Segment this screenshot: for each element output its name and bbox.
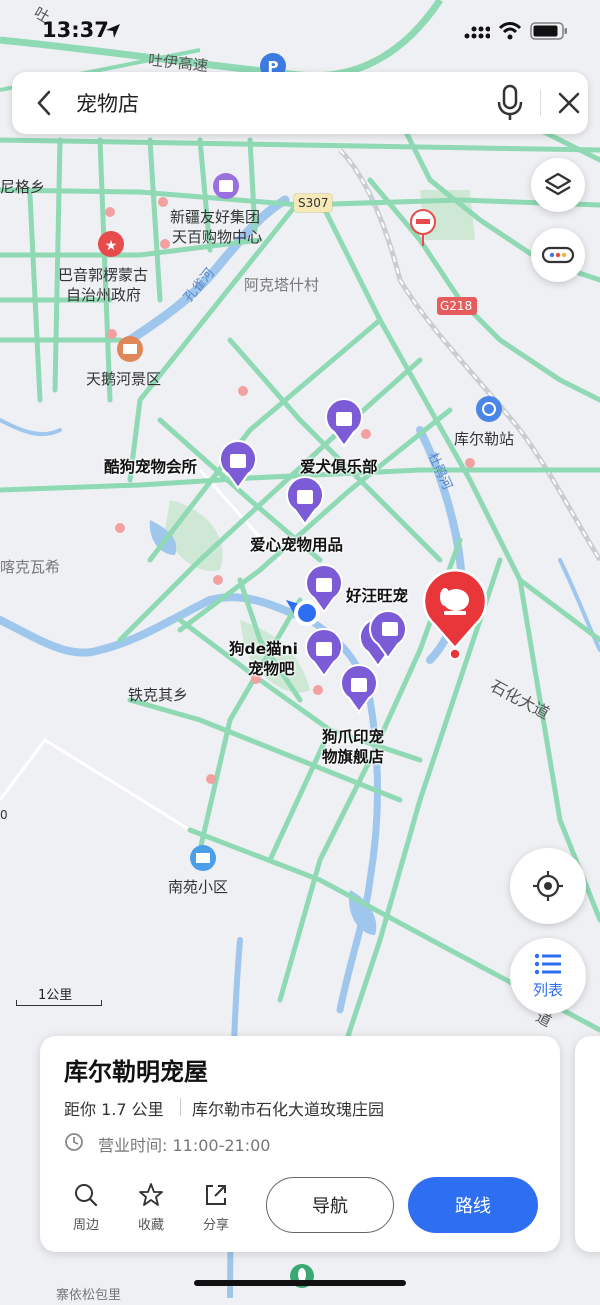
more-tools-button[interactable]	[531, 228, 585, 282]
status-time: 13:37	[42, 18, 109, 42]
search-bar: 宠物店	[12, 72, 588, 134]
search-divider	[540, 90, 541, 116]
label-nanyuan: 南苑小区	[168, 878, 229, 896]
home-indicator	[194, 1280, 406, 1286]
next-place-card[interactable]	[575, 1036, 600, 1252]
label-aixin[interactable]: 爱心宠物用品	[250, 536, 343, 555]
cellular-signal-icon	[464, 26, 490, 39]
share-icon	[206, 1185, 226, 1205]
scale-bar	[16, 1000, 102, 1006]
station-icon[interactable]	[476, 396, 502, 422]
label-s307: S307	[298, 196, 329, 210]
star-icon	[139, 1183, 163, 1206]
label-bayin-2: 自治州政府	[66, 286, 142, 304]
label-tiekeqi: 铁克其乡	[128, 686, 189, 704]
government-icon[interactable]: ★	[98, 231, 124, 257]
map-scale: 1公里	[16, 984, 102, 1006]
label-zero: 0	[0, 808, 8, 822]
wifi-icon	[498, 22, 522, 40]
label-gexiang: 尼格乡	[0, 178, 46, 196]
label-bayin-1: 巴音郭楞蒙古	[58, 266, 149, 284]
label-goudemao-1[interactable]: 狗de猫ni	[229, 640, 298, 659]
search-query[interactable]: 宠物店	[76, 88, 139, 118]
search-nearby-icon	[75, 1184, 98, 1207]
crosshair-icon	[533, 871, 563, 901]
close-icon[interactable]	[556, 90, 582, 116]
label-kuwagou[interactable]: 酷狗宠物会所	[104, 458, 197, 477]
label-tianbai: 天百购物中心	[172, 228, 263, 246]
label-aiquan[interactable]: 爱犬俱乐部	[300, 458, 378, 477]
more-dots-icon	[542, 246, 574, 264]
favorite-button[interactable]: 收藏	[125, 1182, 177, 1233]
mall-icon[interactable]	[213, 173, 239, 199]
place-card[interactable]: 库尔勒明宠屋 距你 1.7 公里 库尔勒市石化大道玫瑰庄园 营业时间: 11:0…	[40, 1036, 560, 1252]
label-haowang[interactable]: 好汪旺宠	[346, 587, 408, 606]
nearby-button[interactable]: 周边	[60, 1182, 112, 1233]
favorite-label: 收藏	[137, 1218, 164, 1233]
list-button[interactable]: 列表	[510, 938, 586, 1014]
layers-button[interactable]	[531, 158, 585, 212]
label-korla-station: 库尔勒站	[454, 430, 515, 448]
label-kawaxi: 喀克瓦希	[0, 558, 61, 576]
residential-icon[interactable]	[190, 845, 216, 871]
locate-me-button[interactable]	[510, 848, 586, 924]
share-label: 分享	[202, 1218, 229, 1233]
label-bottom-partial: 寨依松包里	[56, 1288, 122, 1303]
label-gouzhua-2[interactable]: 物旗舰店	[322, 748, 384, 767]
route-button[interactable]: 路线	[408, 1177, 538, 1233]
label-gouzhua-1[interactable]: 狗爪印宠	[322, 728, 384, 747]
label-aketashi: 阿克塔什村	[244, 276, 320, 294]
label-xinjiang-youhao: 新疆友好集团	[170, 208, 261, 226]
location-arrow-icon	[106, 24, 120, 38]
nearby-label: 周边	[72, 1218, 99, 1233]
info-divider	[180, 1098, 181, 1116]
place-address: 库尔勒市石化大道玫瑰庄园	[192, 1100, 385, 1119]
layers-icon	[544, 172, 572, 196]
svg-text:★: ★	[105, 238, 118, 254]
list-label: 列表	[532, 980, 563, 999]
opening-hours: 营业时间: 11:00-21:00	[98, 1136, 271, 1155]
label-tiane: 天鹅河景区	[86, 370, 162, 388]
status-bar: 13:37	[0, 0, 600, 60]
back-arrow-icon[interactable]	[34, 88, 54, 118]
place-distance: 距你 1.7 公里	[64, 1100, 164, 1119]
list-icon	[534, 953, 561, 974]
label-g218: G218	[440, 299, 473, 313]
clock-icon	[65, 1133, 83, 1151]
battery-icon	[530, 22, 567, 40]
label-goudemao-2[interactable]: 宠物吧	[248, 660, 295, 679]
navigate-button[interactable]: 导航	[266, 1177, 394, 1233]
share-button[interactable]: 分享	[190, 1182, 242, 1233]
place-name: 库尔勒明宠屋	[64, 1058, 208, 1086]
scenic-area-icon[interactable]	[117, 336, 143, 362]
microphone-icon[interactable]	[496, 84, 524, 122]
